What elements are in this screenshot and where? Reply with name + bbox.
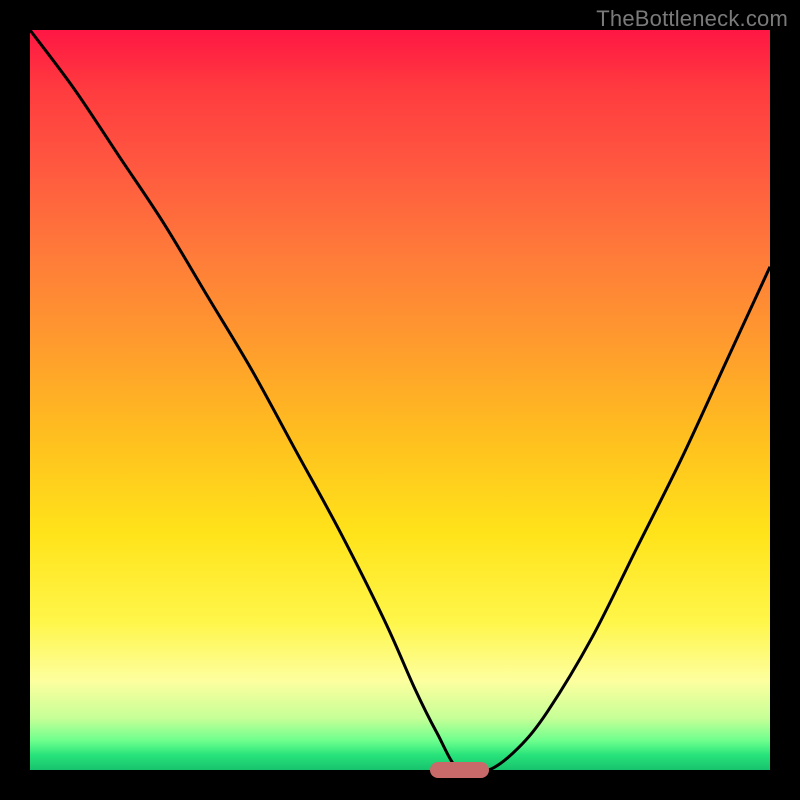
plot-area <box>30 30 770 770</box>
curve-path <box>30 30 770 770</box>
watermark-text: TheBottleneck.com <box>596 6 788 32</box>
optimal-marker <box>430 762 489 778</box>
bottleneck-curve <box>30 30 770 770</box>
chart-frame: TheBottleneck.com <box>0 0 800 800</box>
